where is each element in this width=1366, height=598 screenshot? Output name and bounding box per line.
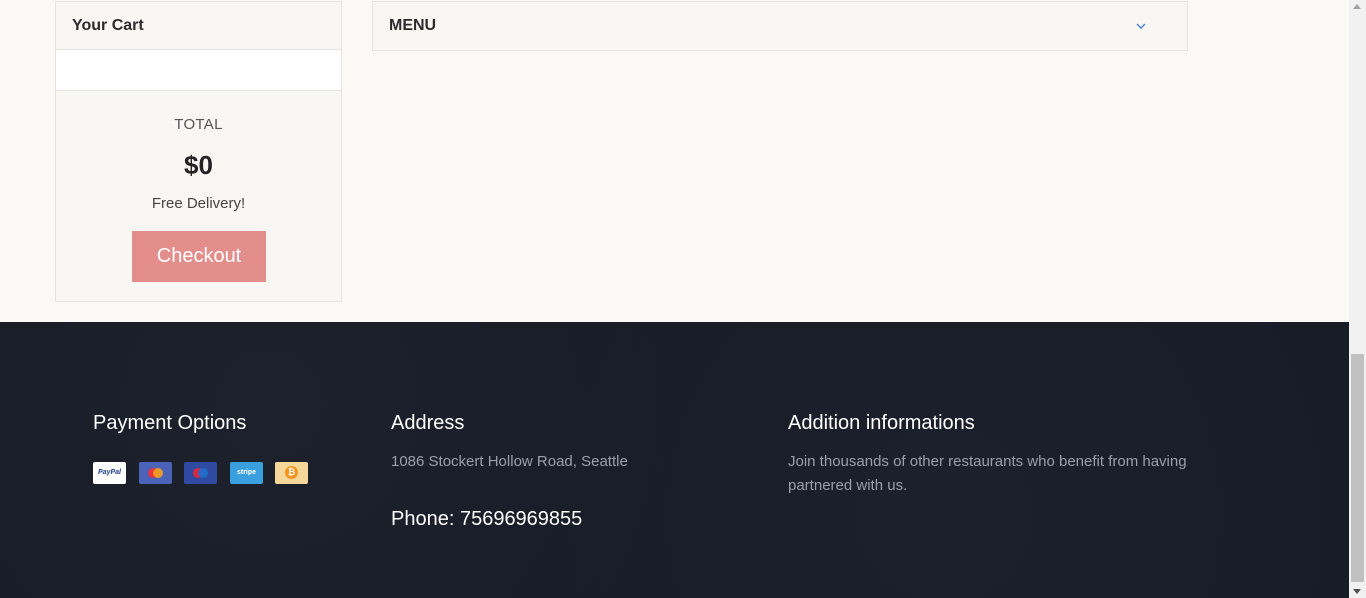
chevron-down-icon <box>1136 23 1146 29</box>
cart-delivery-note: Free Delivery! <box>151 195 246 212</box>
additional-info-heading: Addition informations <box>788 412 975 434</box>
stripe-icon: stripe <box>230 462 263 484</box>
payment-options-heading: Payment Options <box>93 412 247 434</box>
phone-number: Phone: 75696969855 <box>391 508 583 530</box>
cart-total-label: TOTAL <box>174 116 223 133</box>
scroll-up-arrow-icon[interactable] <box>1353 4 1361 9</box>
bitcoin-icon: ₿ <box>275 462 308 484</box>
mastercard-icon <box>139 462 172 484</box>
cart-panel: Your Cart TOTAL $0 Free Delivery! Checko… <box>55 1 342 302</box>
scroll-down-arrow-icon[interactable] <box>1353 589 1361 594</box>
address-street: 1086 Stockert Hollow Road, Seattle <box>391 453 628 470</box>
scrollbar-thumb[interactable] <box>1351 354 1364 582</box>
cart-title: Your Cart <box>56 2 341 50</box>
address-heading: Address <box>391 412 465 434</box>
maestro-icon <box>184 462 217 484</box>
paypal-icon: PayPal <box>93 462 126 484</box>
additional-info-text: Join thousands of other restaurants who … <box>788 453 1187 494</box>
cart-items-list <box>56 50 341 91</box>
site-footer: Payment Options PayPal stripe ₿ Address … <box>0 322 1349 598</box>
menu-label: MENU <box>389 17 437 34</box>
cart-total-value: $0 <box>184 150 213 180</box>
page-scrollbar[interactable] <box>1349 0 1366 598</box>
menu-dropdown[interactable]: MENU <box>372 1 1188 51</box>
checkout-button[interactable]: Checkout <box>132 231 266 282</box>
